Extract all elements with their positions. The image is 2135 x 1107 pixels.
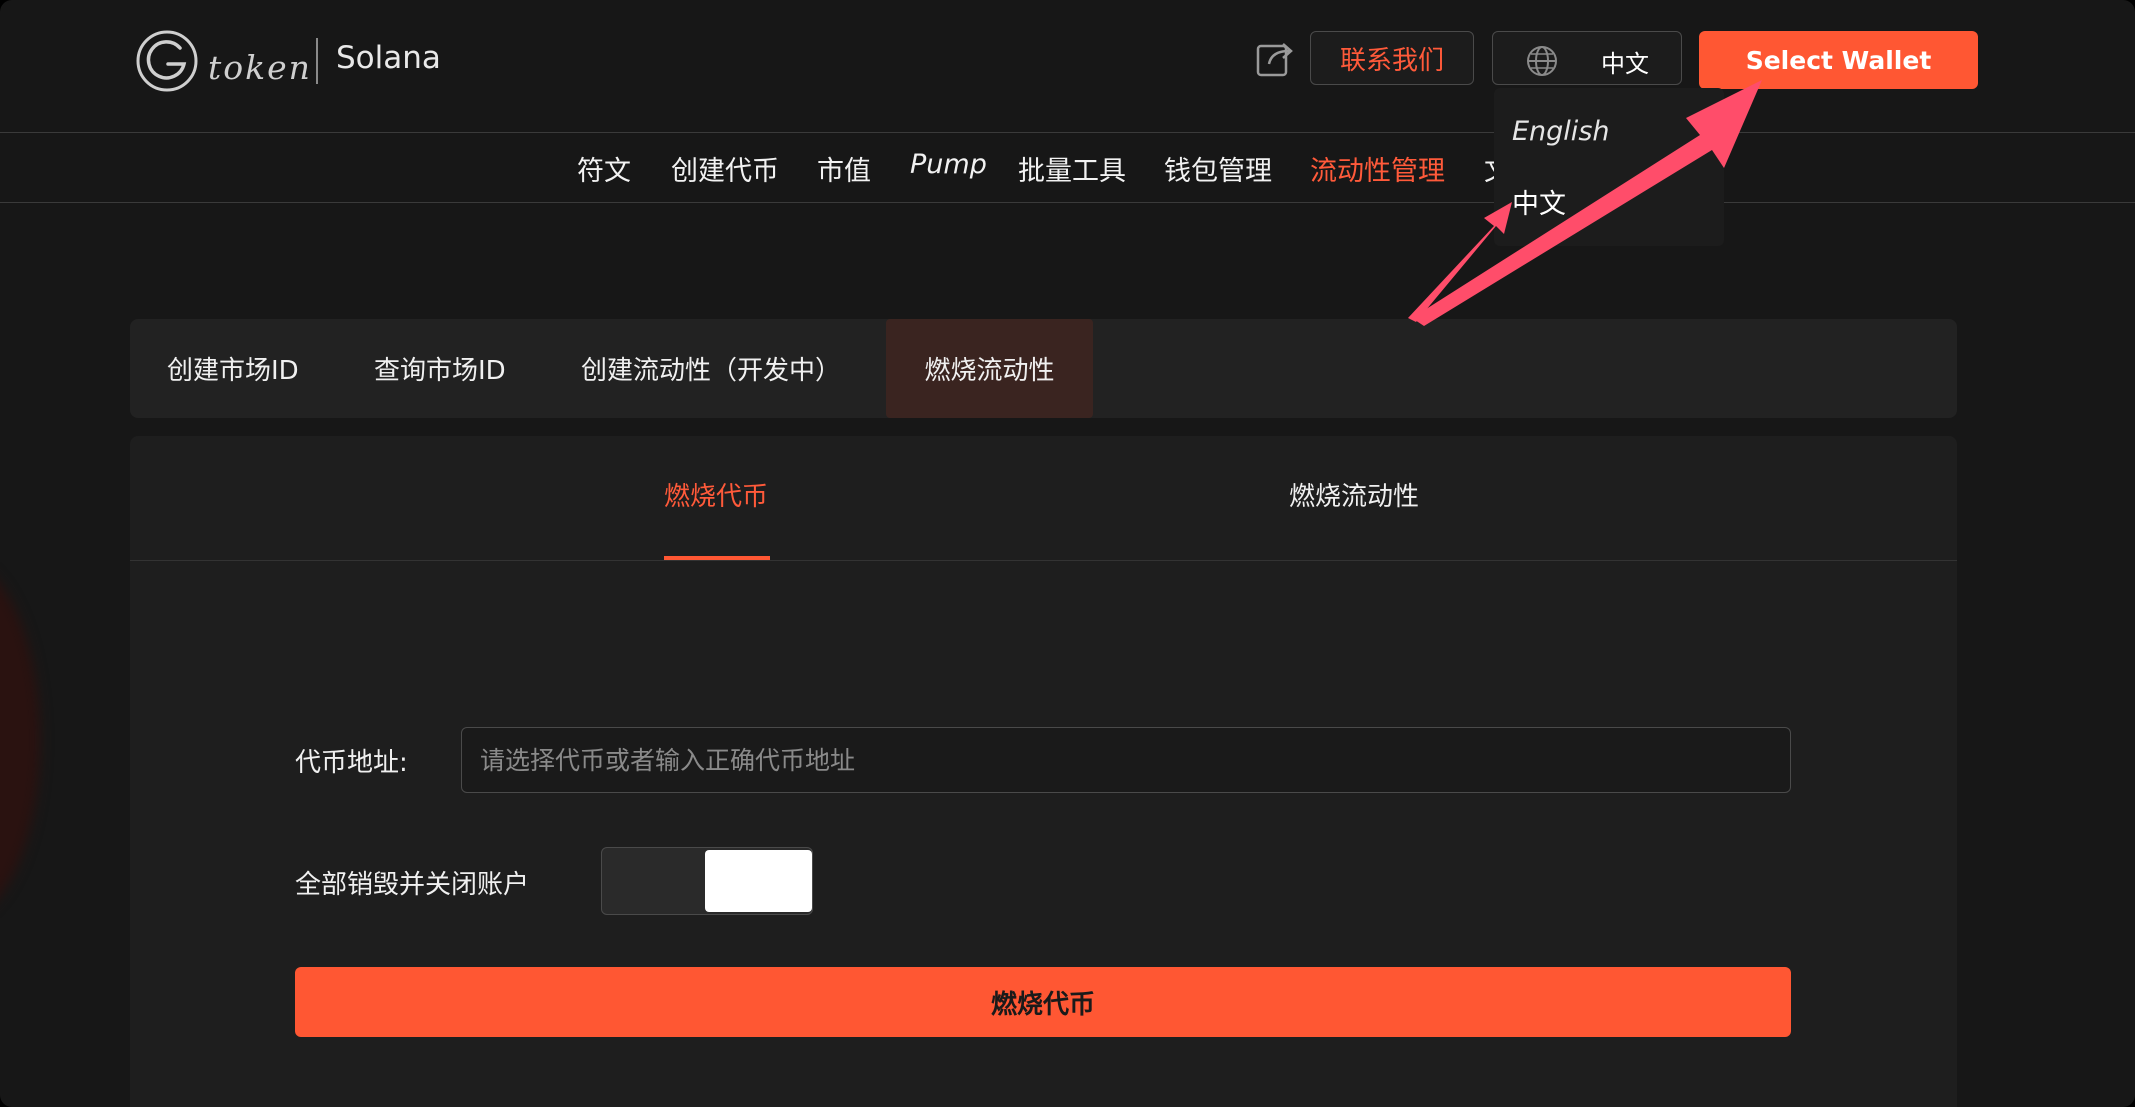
burn-panel: 燃烧代币 燃烧流动性 代币地址: 全部销毁并关闭账户 燃烧代币 [130, 436, 1957, 1107]
logo-mark-icon [136, 30, 198, 92]
nav-item-wallet-management[interactable]: 钱包管理 [1164, 149, 1272, 188]
close-account-label: 全部销毁并关闭账户 [295, 870, 530, 900]
close-account-toggle[interactable] [601, 847, 813, 915]
nav-item-batch-tools[interactable]: 批量工具 [1018, 149, 1126, 188]
nav-item-market-cap[interactable]: 市值 [817, 149, 871, 188]
share-button[interactable] [1255, 38, 1295, 78]
app-window: token Solana 联系我们 中文 Select Wallet Engli… [0, 0, 2135, 1107]
nav-item-liquidity-management[interactable]: 流动性管理 [1310, 149, 1445, 188]
active-tab-indicator [664, 556, 770, 560]
nav-item-pump[interactable]: Pump [910, 149, 987, 180]
tab-burn-token[interactable]: 燃烧代币 [664, 476, 768, 513]
chain-name: Solana [336, 40, 441, 76]
main-nav: 符文 创建代币 市值 Pump 批量工具 钱包管理 流动性管理 文 [0, 133, 2135, 203]
language-selector[interactable]: 中文 [1492, 31, 1682, 85]
token-address-label: 代币地址: [295, 748, 408, 778]
toggle-knob [705, 850, 812, 912]
share-icon [1256, 43, 1293, 77]
nav-item-create-token[interactable]: 创建代币 [671, 149, 779, 188]
subtab-create-market-id[interactable]: 创建市场ID [167, 319, 299, 418]
panel-tabs: 燃烧代币 燃烧流动性 [130, 436, 1957, 561]
logo-divider [316, 38, 318, 84]
liquidity-subtabs: 创建市场ID 查询市场ID 创建流动性（开发中） 燃烧流动性 [130, 319, 1957, 418]
token-address-input[interactable] [461, 727, 1791, 793]
logo-text: token [208, 48, 312, 87]
language-option-chinese[interactable]: 中文 [1512, 182, 1566, 221]
background-glow [0, 560, 40, 920]
subtab-burn-liquidity[interactable]: 燃烧流动性 [886, 319, 1093, 418]
logo[interactable]: token Solana [134, 28, 441, 94]
burn-token-button[interactable]: 燃烧代币 [295, 967, 1791, 1037]
subtab-query-market-id[interactable]: 查询市场ID [374, 319, 506, 418]
nav-item-runes[interactable]: 符文 [577, 149, 631, 188]
subtab-create-liquidity[interactable]: 创建流动性（开发中） [581, 319, 841, 418]
language-option-english[interactable]: English [1512, 116, 1610, 147]
tab-burn-liquidity[interactable]: 燃烧流动性 [1289, 476, 1419, 513]
top-header: token Solana 联系我们 中文 Select Wallet [0, 0, 2135, 133]
globe-icon [1527, 46, 1557, 76]
contact-us-button[interactable]: 联系我们 [1310, 31, 1474, 85]
language-dropdown: English 中文 [1494, 88, 1724, 246]
select-wallet-button[interactable]: Select Wallet [1699, 31, 1978, 89]
current-language: 中文 [1601, 50, 1649, 78]
